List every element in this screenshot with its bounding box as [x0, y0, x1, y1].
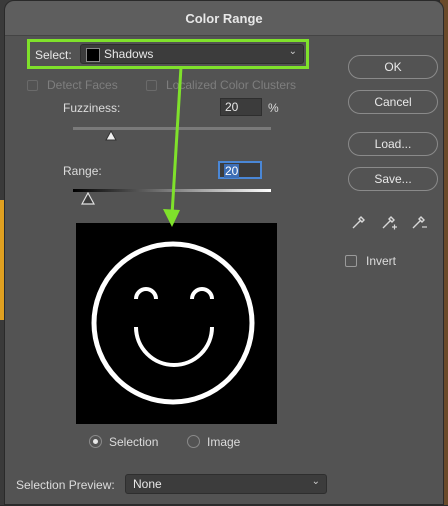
- color-range-dialog: Color Range Select: Shadows ⌄ Detect Fac…: [4, 0, 444, 505]
- annotation-arrow: [163, 66, 183, 227]
